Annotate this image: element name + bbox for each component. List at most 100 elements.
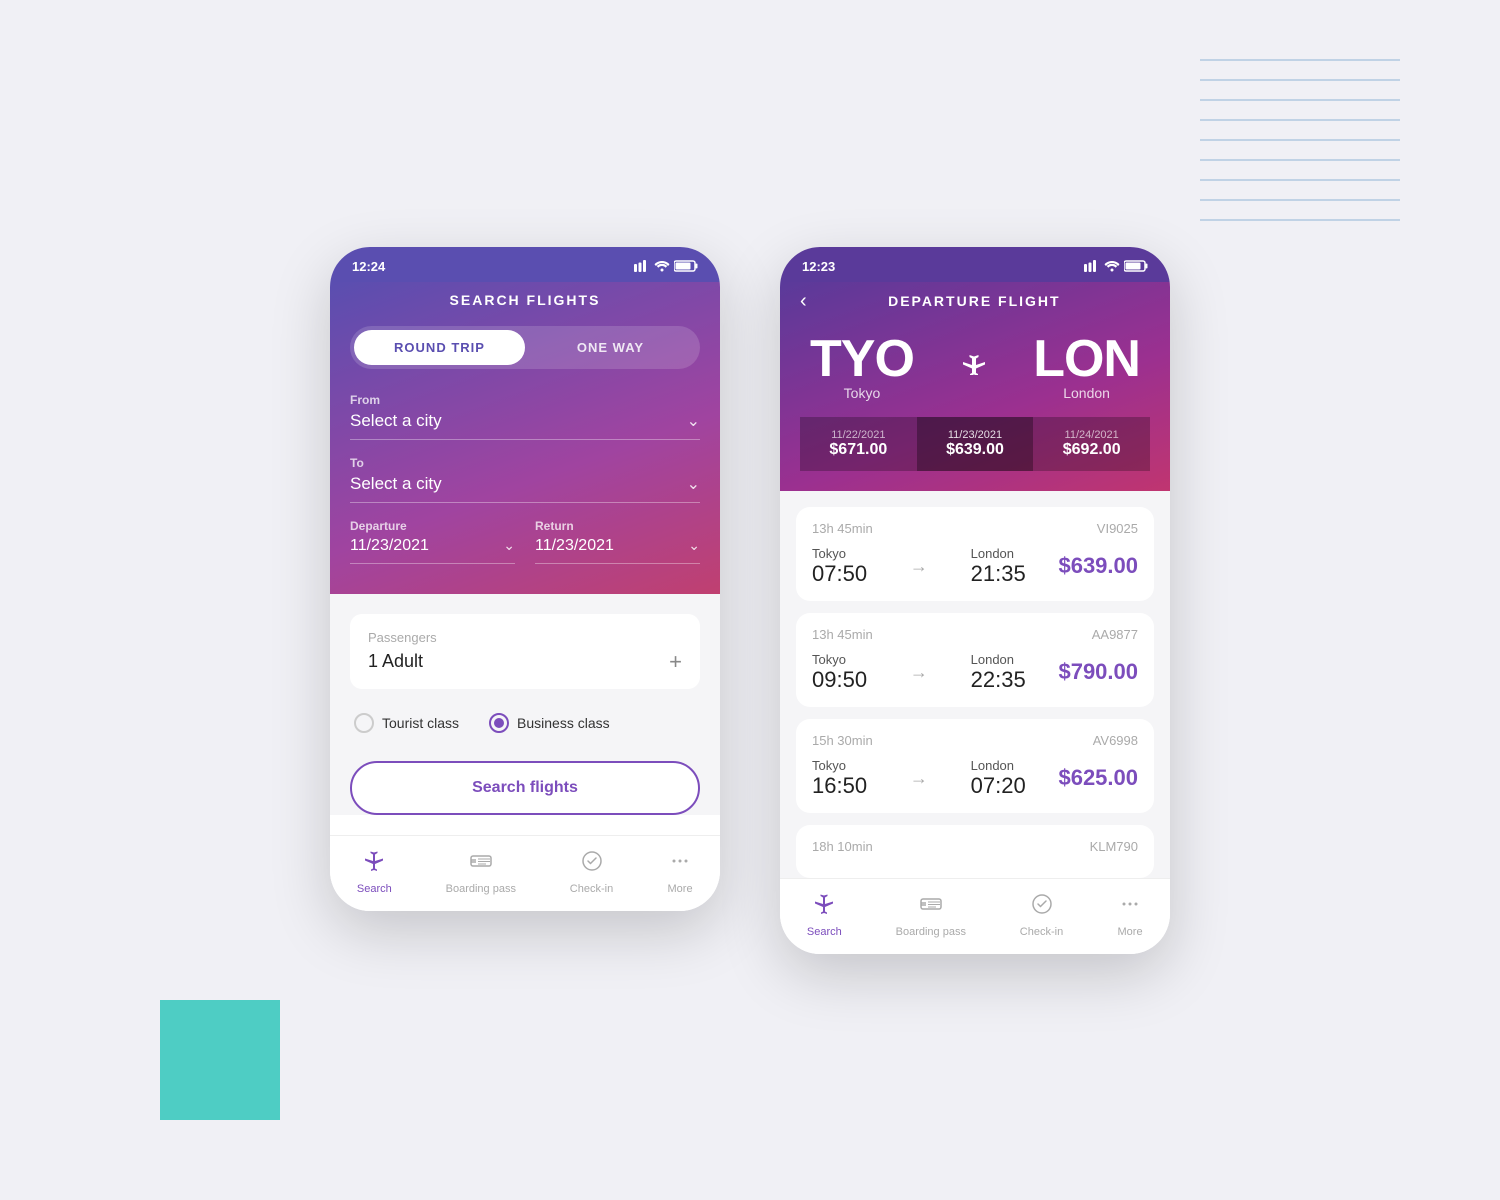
- dots-icon-s2: [1117, 891, 1143, 922]
- flight-number-0: VI9025: [1097, 521, 1138, 536]
- departure-screen: 12:23 ‹ DEPARTURE FLIGHT TYO Tokyo: [780, 247, 1170, 954]
- flight-card-main-1: Tokyo 09:50 → London 22:35 $790.00: [812, 652, 1138, 693]
- screens-container: 12:24 SEARCH FLIGHTS ROUND TRIP ONE WAY …: [330, 247, 1170, 954]
- flight-card-1[interactable]: 13h 45min AA9877 Tokyo 09:50 → London 22…: [796, 613, 1154, 707]
- from-field-group: From Select a city ⌄: [350, 393, 700, 440]
- origin-code: TYO: [810, 333, 914, 385]
- class-selection: Tourist class Business class: [350, 713, 700, 733]
- date-row: Departure 11/23/2021 ⌄ Return 11/23/2021…: [350, 519, 700, 564]
- origin-city: TYO Tokyo: [810, 333, 914, 401]
- nav-search-s1[interactable]: Search: [357, 848, 392, 895]
- nav-search-label-s1: Search: [357, 883, 392, 895]
- flight-arrival-2: 07:20: [971, 773, 1026, 799]
- flight-card-2[interactable]: 15h 30min AV6998 Tokyo 16:50 → London 07…: [796, 719, 1154, 813]
- business-class-label: Business class: [517, 715, 610, 731]
- bottom-nav-s2: Search Boarding pass: [780, 878, 1170, 954]
- departure-label: Departure: [350, 519, 515, 533]
- search-title: SEARCH FLIGHTS: [350, 282, 700, 326]
- departure-nav: ‹ DEPARTURE FLIGHT: [800, 282, 1150, 325]
- bottom-nav-s1: Search Boarding pass: [330, 835, 720, 911]
- flight-dest-0: London 21:35: [971, 546, 1026, 587]
- nav-more-s2[interactable]: More: [1117, 891, 1143, 938]
- plane-icon-s1: [361, 848, 387, 879]
- flight-duration-3: 18h 10min: [812, 839, 873, 854]
- nav-boarding-s1[interactable]: Boarding pass: [446, 848, 516, 895]
- flight-card-0[interactable]: 13h 45min VI9025 Tokyo 07:50 → London 21…: [796, 507, 1154, 601]
- departure-value: 11/23/2021: [350, 537, 429, 555]
- flight-departure-2: 16:50: [812, 773, 867, 799]
- nav-more-label-s2: More: [1118, 926, 1143, 938]
- to-label: To: [350, 456, 700, 470]
- nav-checkin-s2[interactable]: Check-in: [1020, 891, 1063, 938]
- nav-search-label-s2: Search: [807, 926, 842, 938]
- dots-icon-s1: [667, 848, 693, 879]
- ticket-icon-s2: [918, 891, 944, 922]
- flight-number-2: AV6998: [1093, 733, 1138, 748]
- tourist-class-option[interactable]: Tourist class: [354, 713, 459, 733]
- flight-arrival-0: 21:35: [971, 561, 1026, 587]
- date-tab-2-price: $692.00: [1037, 441, 1146, 459]
- departure-title: DEPARTURE FLIGHT: [819, 293, 1130, 309]
- status-icons-s2: [1084, 260, 1148, 272]
- flight-dest-name-0: London: [971, 546, 1026, 561]
- nav-boarding-label-s2: Boarding pass: [896, 926, 966, 938]
- nav-search-s2[interactable]: Search: [807, 891, 842, 938]
- passengers-label: Passengers: [368, 630, 682, 645]
- search-screen: 12:24 SEARCH FLIGHTS ROUND TRIP ONE WAY …: [330, 247, 720, 911]
- ticket-icon-s1: [468, 848, 494, 879]
- tourist-class-label: Tourist class: [382, 715, 459, 731]
- nav-boarding-label-s1: Boarding pass: [446, 883, 516, 895]
- departure-field: Departure 11/23/2021 ⌄: [350, 519, 515, 564]
- flight-card-main-0: Tokyo 07:50 → London 21:35 $639.00: [812, 546, 1138, 587]
- date-tab-2[interactable]: 11/24/2021 $692.00: [1033, 417, 1150, 471]
- status-bar-s1: 12:24: [330, 247, 720, 282]
- from-selector[interactable]: Select a city ⌄: [350, 411, 700, 440]
- flight-origin-name-0: Tokyo: [812, 546, 867, 561]
- passengers-row: 1 Adult +: [368, 651, 682, 673]
- departure-selector[interactable]: 11/23/2021 ⌄: [350, 537, 515, 564]
- flight-dest-name-2: London: [971, 758, 1026, 773]
- round-trip-btn[interactable]: ROUND TRIP: [354, 330, 525, 365]
- nav-more-s1[interactable]: More: [667, 848, 693, 895]
- passengers-card: Passengers 1 Adult +: [350, 614, 700, 689]
- flight-card-top-0: 13h 45min VI9025: [812, 521, 1138, 536]
- flight-origin-name-2: Tokyo: [812, 758, 867, 773]
- flight-price-1: $790.00: [1058, 659, 1138, 685]
- business-class-radio: [489, 713, 509, 733]
- flight-origin-0: Tokyo 07:50: [812, 546, 867, 587]
- add-passenger-button[interactable]: +: [669, 651, 682, 673]
- status-bar-s2: 12:23: [780, 247, 1170, 282]
- search-flights-button[interactable]: Search flights: [350, 761, 700, 815]
- flight-arrow-0: →: [900, 556, 938, 577]
- return-selector[interactable]: 11/23/2021 ⌄: [535, 537, 700, 564]
- flight-dest-1: London 22:35: [971, 652, 1026, 693]
- status-icons-s1: [634, 260, 698, 272]
- flight-duration-0: 13h 45min: [812, 521, 873, 536]
- flight-dest-2: London 07:20: [971, 758, 1026, 799]
- return-field: Return 11/23/2021 ⌄: [535, 519, 700, 564]
- business-class-option[interactable]: Business class: [489, 713, 610, 733]
- return-value: 11/23/2021: [535, 537, 614, 555]
- one-way-btn[interactable]: ONE WAY: [525, 330, 696, 365]
- nav-checkin-s1[interactable]: Check-in: [570, 848, 613, 895]
- check-icon-s2: [1029, 891, 1055, 922]
- check-icon-s1: [579, 848, 605, 879]
- nav-checkin-label-s2: Check-in: [1020, 926, 1063, 938]
- flight-number-1: AA9877: [1092, 627, 1138, 642]
- back-button[interactable]: ‹: [800, 290, 807, 313]
- to-selector[interactable]: Select a city ⌄: [350, 474, 700, 503]
- search-header: SEARCH FLIGHTS ROUND TRIP ONE WAY From S…: [330, 282, 720, 594]
- date-tab-0[interactable]: 11/22/2021 $671.00: [800, 417, 917, 471]
- flight-card-main-2: Tokyo 16:50 → London 07:20 $625.00: [812, 758, 1138, 799]
- departure-arrow-icon: ⌄: [503, 537, 515, 554]
- bg-teal-decoration: [160, 1000, 280, 1120]
- flight-card-3[interactable]: 18h 10min KLM790: [796, 825, 1154, 878]
- date-tab-1[interactable]: 11/23/2021 $639.00: [917, 417, 1034, 471]
- flight-origin-1: Tokyo 09:50: [812, 652, 867, 693]
- flight-duration-2: 15h 30min: [812, 733, 873, 748]
- to-value: Select a city: [350, 474, 442, 494]
- date-tab-0-price: $671.00: [804, 441, 913, 459]
- nav-boarding-s2[interactable]: Boarding pass: [896, 891, 966, 938]
- flight-results: 13h 45min VI9025 Tokyo 07:50 → London 21…: [780, 491, 1170, 878]
- plane-icon-s2: [811, 891, 837, 922]
